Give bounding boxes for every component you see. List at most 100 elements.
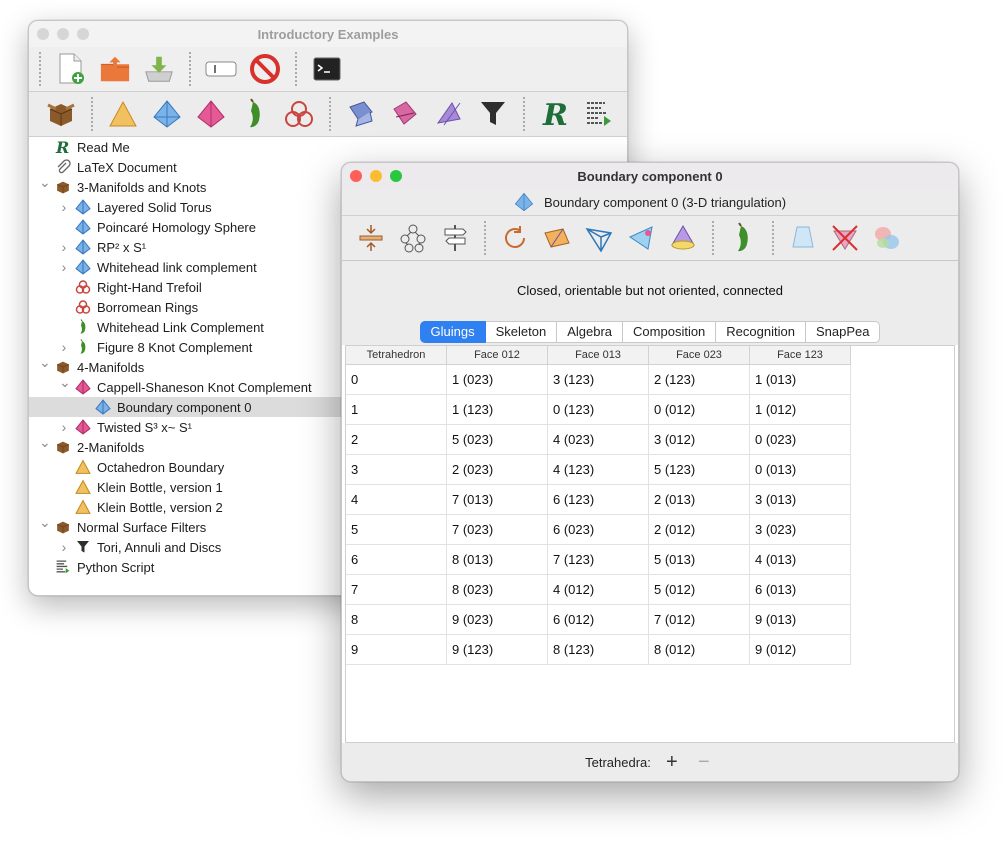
face-gluing-cell[interactable]: 3 (123) <box>547 364 649 395</box>
table-row[interactable]: 78 (023) 4 (012) 5 (012) 6 (013) <box>346 574 851 605</box>
chevron-right-icon[interactable]: › <box>59 419 69 435</box>
tetrahedron-wire-icon[interactable] <box>583 222 615 254</box>
face-gluing-cell[interactable]: 5 (123) <box>648 454 750 485</box>
face-gluing-cell[interactable]: 3 (023) <box>749 514 851 545</box>
face-gluing-cell[interactable]: 2 (023) <box>446 454 548 485</box>
chevron-down-icon[interactable]: ⌄ <box>39 354 51 371</box>
face-gluing-cell[interactable]: 0 (123) <box>547 394 649 425</box>
puncture-icon[interactable] <box>667 222 699 254</box>
face-gluing-cell[interactable]: 1 (013) <box>749 364 851 395</box>
attachment-icon[interactable] <box>345 98 377 130</box>
face-gluing-cell[interactable]: 4 (012) <box>547 574 649 605</box>
add-tetrahedron-button[interactable]: + <box>661 751 683 774</box>
triangle-2d-icon[interactable] <box>107 98 139 130</box>
chevron-down-icon[interactable]: ⌄ <box>39 174 51 191</box>
face-gluing-cell[interactable]: 7 (012) <box>648 604 750 635</box>
face-gluing-cell[interactable]: 9 (013) <box>749 604 851 635</box>
face-gluing-cell[interactable]: 6 (013) <box>749 574 851 605</box>
face-gluing-cell[interactable]: 2 (123) <box>648 364 750 395</box>
chevron-right-icon[interactable]: › <box>59 539 69 555</box>
chevron-right-icon[interactable]: › <box>59 239 69 255</box>
face-gluing-cell[interactable]: 1 (012) <box>749 394 851 425</box>
table-row[interactable]: 89 (023) 6 (012) 7 (012) 9 (013) <box>346 604 851 635</box>
tab-recognition[interactable]: Recognition <box>716 321 806 343</box>
table-row[interactable]: 68 (013) 7 (123) 5 (013) 4 (013) <box>346 544 851 575</box>
face-gluing-cell[interactable]: 5 (012) <box>648 574 750 605</box>
save-download-icon[interactable] <box>143 53 175 85</box>
open-folder-icon[interactable] <box>99 53 131 85</box>
face-gluing-cell[interactable]: 7 (013) <box>446 484 548 515</box>
face-gluing-cell[interactable]: 9 (123) <box>446 634 548 665</box>
face-gluing-cell[interactable]: 7 (123) <box>547 544 649 575</box>
tetrahedron-3d-icon[interactable] <box>151 98 183 130</box>
chevron-right-icon[interactable]: › <box>59 259 69 275</box>
face-gluing-cell[interactable]: 8 (023) <box>446 574 548 605</box>
pink-tetrahedron-4d-icon[interactable] <box>195 98 227 130</box>
table-row[interactable]: 25 (023) 4 (023) 3 (012) 0 (023) <box>346 424 851 455</box>
face-gluing-cell[interactable]: 4 (023) <box>547 424 649 455</box>
face-gluing-cell[interactable]: 9 (012) <box>749 634 851 665</box>
gluings-table[interactable]: Tetrahedron Face 012 Face 013 Face 023 Face … <box>346 346 851 665</box>
container-box-icon[interactable] <box>45 98 77 130</box>
face-gluing-cell[interactable]: 5 (013) <box>648 544 750 575</box>
face-gluing-cell[interactable]: 8 (012) <box>648 634 750 665</box>
table-row[interactable]: 99 (123) 8 (123) 8 (012) 9 (012) <box>346 634 851 665</box>
face-gluing-cell[interactable]: 3 (013) <box>749 484 851 515</box>
face-gluing-cell[interactable]: 8 (123) <box>547 634 649 665</box>
cone-icon[interactable] <box>787 222 819 254</box>
tab-gluings[interactable]: Gluings <box>419 321 486 343</box>
tab-skeleton[interactable]: Skeleton <box>485 321 558 343</box>
chevron-down-icon[interactable]: ⌄ <box>59 374 71 391</box>
face-gluing-cell[interactable]: 1 (123) <box>446 394 548 425</box>
table-row[interactable]: 32 (023) 4 (123) 5 (123) 0 (013) <box>346 454 851 485</box>
rename-field-icon[interactable] <box>205 53 237 85</box>
face-gluing-cell[interactable]: 6 (012) <box>547 604 649 635</box>
tree-item[interactable]: R Read Me <box>29 137 627 157</box>
angle-structures-icon[interactable] <box>433 98 465 130</box>
table-row[interactable]: 47 (013) 6 (123) 2 (013) 3 (013) <box>346 484 851 515</box>
face-gluing-cell[interactable]: 4 (013) <box>749 544 851 575</box>
face-gluing-cell[interactable]: 1 (023) <box>446 364 548 395</box>
column-header[interactable]: Face 023 <box>648 346 750 365</box>
tab-algebra[interactable]: Algebra <box>557 321 624 343</box>
tab-composition[interactable]: Composition <box>623 321 717 343</box>
insert-icon[interactable] <box>355 222 387 254</box>
face-gluing-cell[interactable]: 9 (023) <box>446 604 548 635</box>
pepper-knot-icon[interactable] <box>239 98 271 130</box>
column-header[interactable]: Face 012 <box>446 346 548 365</box>
stop-icon[interactable] <box>249 53 281 85</box>
column-header[interactable]: Tetrahedron <box>346 346 447 365</box>
terminal-icon[interactable] <box>311 53 343 85</box>
remove-tetrahedron-button[interactable]: − <box>693 751 715 774</box>
surfaces-icon[interactable] <box>389 98 421 130</box>
face-gluing-cell[interactable]: 8 (013) <box>446 544 548 575</box>
table-row[interactable]: 01 (023) 3 (123) 2 (123) 1 (013) <box>346 364 851 395</box>
face-gluing-cell[interactable]: 5 (023) <box>446 424 548 455</box>
face-gluing-cell[interactable]: 6 (023) <box>547 514 649 545</box>
face-gluing-cell[interactable]: 7 (023) <box>446 514 548 545</box>
python-script-icon[interactable] <box>583 98 615 130</box>
no-boundary-icon[interactable] <box>829 222 861 254</box>
filter-funnel-icon[interactable] <box>477 98 509 130</box>
table-row[interactable]: 11 (123) 0 (123) 0 (012) 1 (012) <box>346 394 851 425</box>
chevron-right-icon[interactable]: › <box>59 199 69 215</box>
ideal-vertex-icon[interactable] <box>625 222 657 254</box>
face-gluing-cell[interactable]: 2 (012) <box>648 514 750 545</box>
chevron-down-icon[interactable]: ⌄ <box>39 514 51 531</box>
pepper-icon[interactable] <box>727 222 759 254</box>
tab-snappea[interactable]: SnapPea <box>805 321 881 343</box>
chevron-right-icon[interactable]: › <box>59 339 69 355</box>
face-gluing-cell[interactable]: 0 (023) <box>749 424 851 455</box>
column-header[interactable]: Face 123 <box>749 346 851 365</box>
graph-icon[interactable] <box>397 222 429 254</box>
column-header[interactable]: Face 013 <box>547 346 649 365</box>
table-row[interactable]: 57 (023) 6 (023) 2 (012) 3 (023) <box>346 514 851 545</box>
new-file-icon[interactable] <box>55 53 87 85</box>
face-gluing-cell[interactable]: 4 (123) <box>547 454 649 485</box>
rotate-icon[interactable] <box>499 222 531 254</box>
face-gluing-cell[interactable]: 2 (013) <box>648 484 750 515</box>
blobs-icon[interactable] <box>871 222 903 254</box>
double-cover-icon[interactable] <box>541 222 573 254</box>
face-gluing-cell[interactable]: 0 (012) <box>648 394 750 425</box>
trefoil-link-icon[interactable] <box>283 98 315 130</box>
